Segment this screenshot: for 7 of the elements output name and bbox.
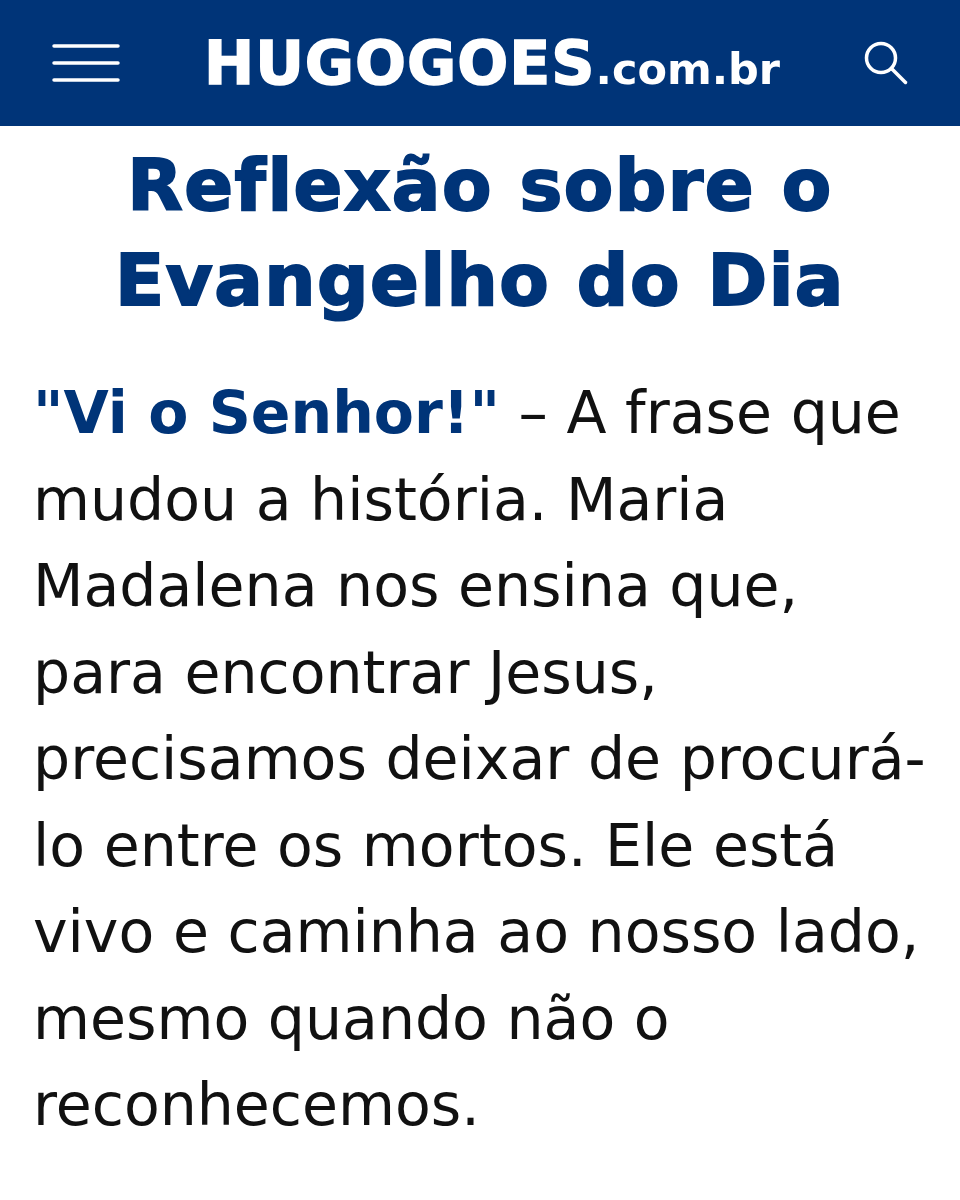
menu-button[interactable]: [52, 43, 120, 83]
article-paragraph: "Vi o Senhor!" – A frase que mudou a história. Maria Madalena nos ensina que, para encontrar Jesus, precisamos deixar de procurá-lo entre os mortos. Ele está vivo e caminha ao nosso lado, mesmo quando não o reconhecemos.: [33, 378, 927, 1141]
search-icon: [864, 41, 908, 85]
article-title: Reflexão sobre o Evangelho do Dia: [114, 142, 846, 324]
search-button[interactable]: [864, 41, 908, 85]
site-logo-link[interactable]: HUGOGOES.com.br: [203, 33, 781, 93]
menu-icon: [52, 43, 120, 83]
